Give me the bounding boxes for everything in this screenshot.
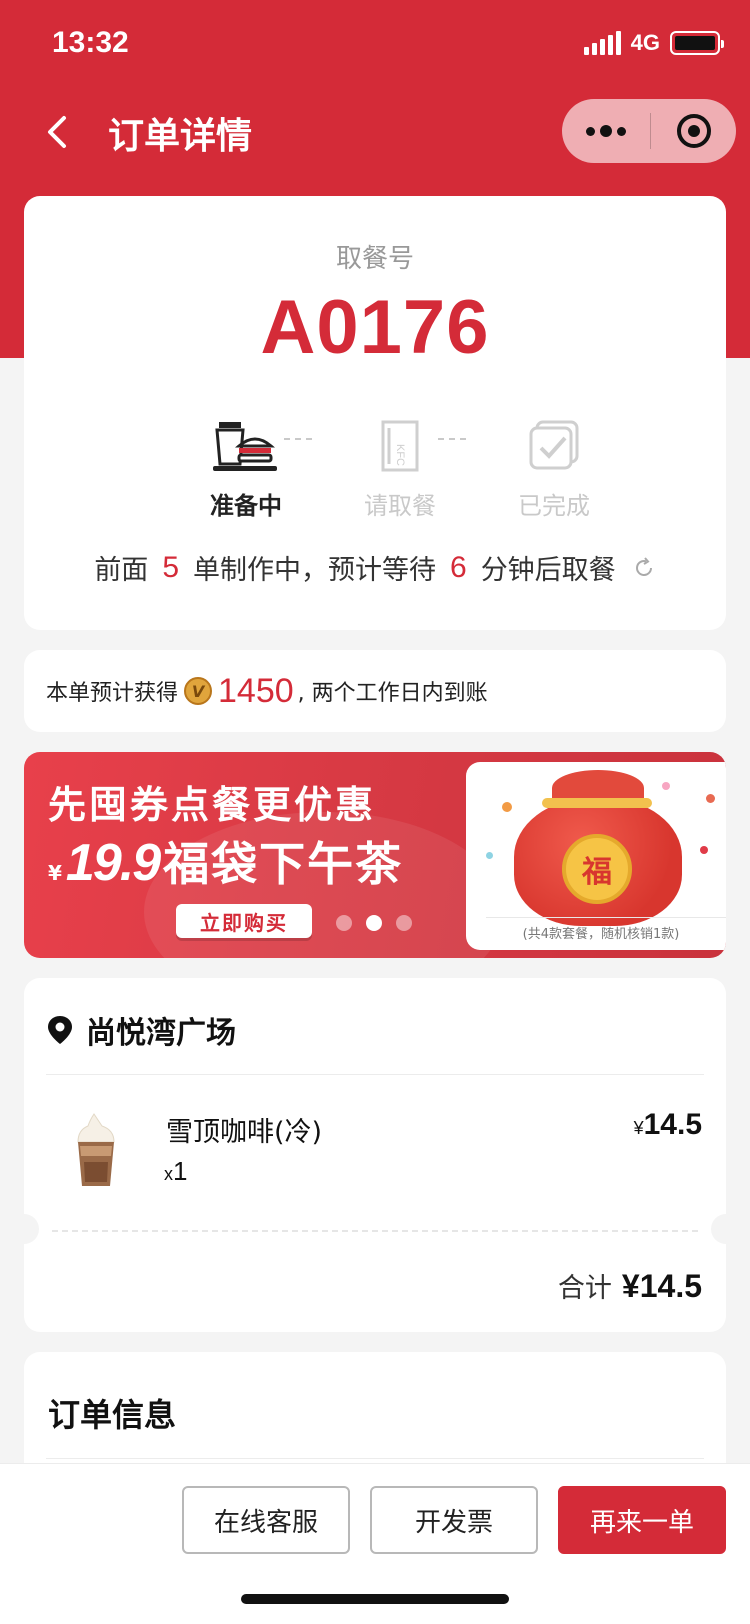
back-button[interactable] bbox=[38, 108, 78, 156]
carousel-indicator bbox=[336, 915, 412, 931]
points-value: 1450 bbox=[218, 671, 294, 710]
pickup-card: 取餐号 A0176 准备中 KFC 请取餐 已完成 前面 5 单制作中，预计等待… bbox=[24, 196, 726, 630]
price-value: 14.5 bbox=[643, 1108, 702, 1141]
kfc-bag-icon: KFC bbox=[381, 420, 419, 472]
bottom-action-bar: 在线客服 开发票 再来一单 bbox=[0, 1464, 750, 1624]
step-label: 准备中 bbox=[210, 492, 282, 520]
v-coin-icon: V bbox=[184, 677, 213, 705]
refresh-icon[interactable] bbox=[632, 556, 656, 580]
more-button[interactable] bbox=[562, 99, 650, 163]
store-row[interactable]: 尚悦湾广场 bbox=[46, 1008, 236, 1052]
location-pin-icon bbox=[48, 1016, 72, 1044]
battery-icon bbox=[670, 31, 724, 55]
target-icon bbox=[676, 114, 711, 148]
step-pickup: KFC 请取餐 bbox=[330, 418, 470, 521]
dashed-divider bbox=[52, 1230, 698, 1232]
customer-service-button[interactable]: 在线客服 bbox=[182, 1486, 350, 1554]
order-info-title: 订单信息 bbox=[48, 1396, 177, 1434]
carousel-dot bbox=[396, 915, 412, 931]
step-label: 已完成 bbox=[518, 492, 590, 520]
wait-prefix: 前面 bbox=[94, 555, 149, 586]
carousel-dot bbox=[336, 915, 352, 931]
orders-ahead-count: 5 bbox=[162, 550, 179, 584]
banner-currency: ¥ bbox=[48, 861, 64, 885]
divider bbox=[46, 1074, 704, 1075]
close-mini-program-button[interactable] bbox=[651, 114, 736, 148]
banner-note: (共4款套餐，随机核销1款) bbox=[522, 927, 680, 942]
item-price: ¥14.5 bbox=[634, 1108, 702, 1142]
status-bar: 13:32 4G bbox=[0, 0, 750, 90]
price-currency: ¥ bbox=[633, 1118, 644, 1138]
reorder-button[interactable]: 再来一单 bbox=[558, 1486, 726, 1554]
points-card: 本单预计获得 V 1450 , 两个工作日内到账 bbox=[24, 650, 726, 732]
step-label: 请取餐 bbox=[364, 492, 436, 520]
lucky-bag-image: 福 (共4款套餐，随机核销1款) bbox=[466, 762, 726, 950]
order-card: 尚悦湾广场 雪顶咖啡(冷) x1 ¥14.5 合计 ¥14.5 bbox=[9, 978, 741, 1332]
promo-banner[interactable]: 先囤券点餐更优惠 ¥ 19.9 福袋下午茶 立即购买 福 (共4款套餐，随机核销… bbox=[24, 752, 726, 958]
page-title: 订单详情 bbox=[108, 116, 253, 157]
home-indicator bbox=[241, 1594, 509, 1604]
step-completed: 已完成 bbox=[484, 418, 624, 521]
status-indicators: 4G bbox=[583, 30, 724, 56]
carousel-dot-active bbox=[366, 915, 382, 931]
wait-status: 前面 5 单制作中，预计等待 6 分钟后取餐 bbox=[24, 548, 726, 587]
points-suffix: , 两个工作日内到账 bbox=[297, 681, 488, 706]
banner-product: 福袋下午茶 bbox=[163, 837, 404, 891]
step-preparing: 准备中 bbox=[176, 418, 316, 521]
banner-offer: ¥ 19.9 福袋下午茶 bbox=[48, 828, 403, 894]
ticket-notch bbox=[9, 1214, 39, 1244]
completed-check-icon bbox=[529, 420, 579, 470]
total-label: 合计 bbox=[557, 1273, 612, 1304]
total-value: ¥14.5 bbox=[621, 1268, 702, 1304]
burger-drink-icon bbox=[213, 422, 277, 471]
signal-icon bbox=[583, 31, 621, 55]
order-total: 合计 ¥14.5 bbox=[558, 1266, 702, 1305]
svg-text:KFC: KFC bbox=[394, 444, 406, 466]
network-type: 4G bbox=[630, 30, 660, 55]
wait-middle: 单制作中，预计等待 bbox=[193, 555, 436, 586]
status-time: 13:32 bbox=[52, 26, 129, 59]
pickup-label: 取餐号 bbox=[335, 244, 414, 274]
step-connector bbox=[438, 438, 466, 440]
item-name: 雪顶咖啡(冷) bbox=[166, 1117, 323, 1148]
divider bbox=[46, 1458, 704, 1459]
fu-coin: 福 bbox=[562, 834, 632, 904]
chevron-left-icon bbox=[48, 116, 66, 148]
more-icon bbox=[586, 126, 595, 136]
invoice-button[interactable]: 开发票 bbox=[370, 1486, 538, 1554]
store-name: 尚悦湾广场 bbox=[86, 1016, 236, 1051]
points-prefix: 本单预计获得 bbox=[46, 681, 179, 706]
bag-tie bbox=[542, 798, 652, 808]
qty-prefix: x bbox=[164, 1164, 173, 1184]
ticket-notch bbox=[711, 1214, 741, 1244]
item-quantity: x1 bbox=[164, 1156, 187, 1187]
banner-price: 19.9 bbox=[65, 834, 161, 892]
wait-suffix: 分钟后取餐 bbox=[480, 555, 616, 586]
pickup-number: A0176 bbox=[260, 285, 490, 370]
mini-program-capsule bbox=[562, 99, 736, 163]
wait-minutes: 6 bbox=[450, 550, 467, 584]
iced-coffee-image bbox=[77, 1113, 115, 1186]
qty-value: 1 bbox=[173, 1156, 188, 1186]
banner-headline: 先囤券点餐更优惠 bbox=[48, 783, 377, 827]
buy-now-button[interactable]: 立即购买 bbox=[176, 904, 312, 938]
step-connector bbox=[284, 438, 312, 440]
